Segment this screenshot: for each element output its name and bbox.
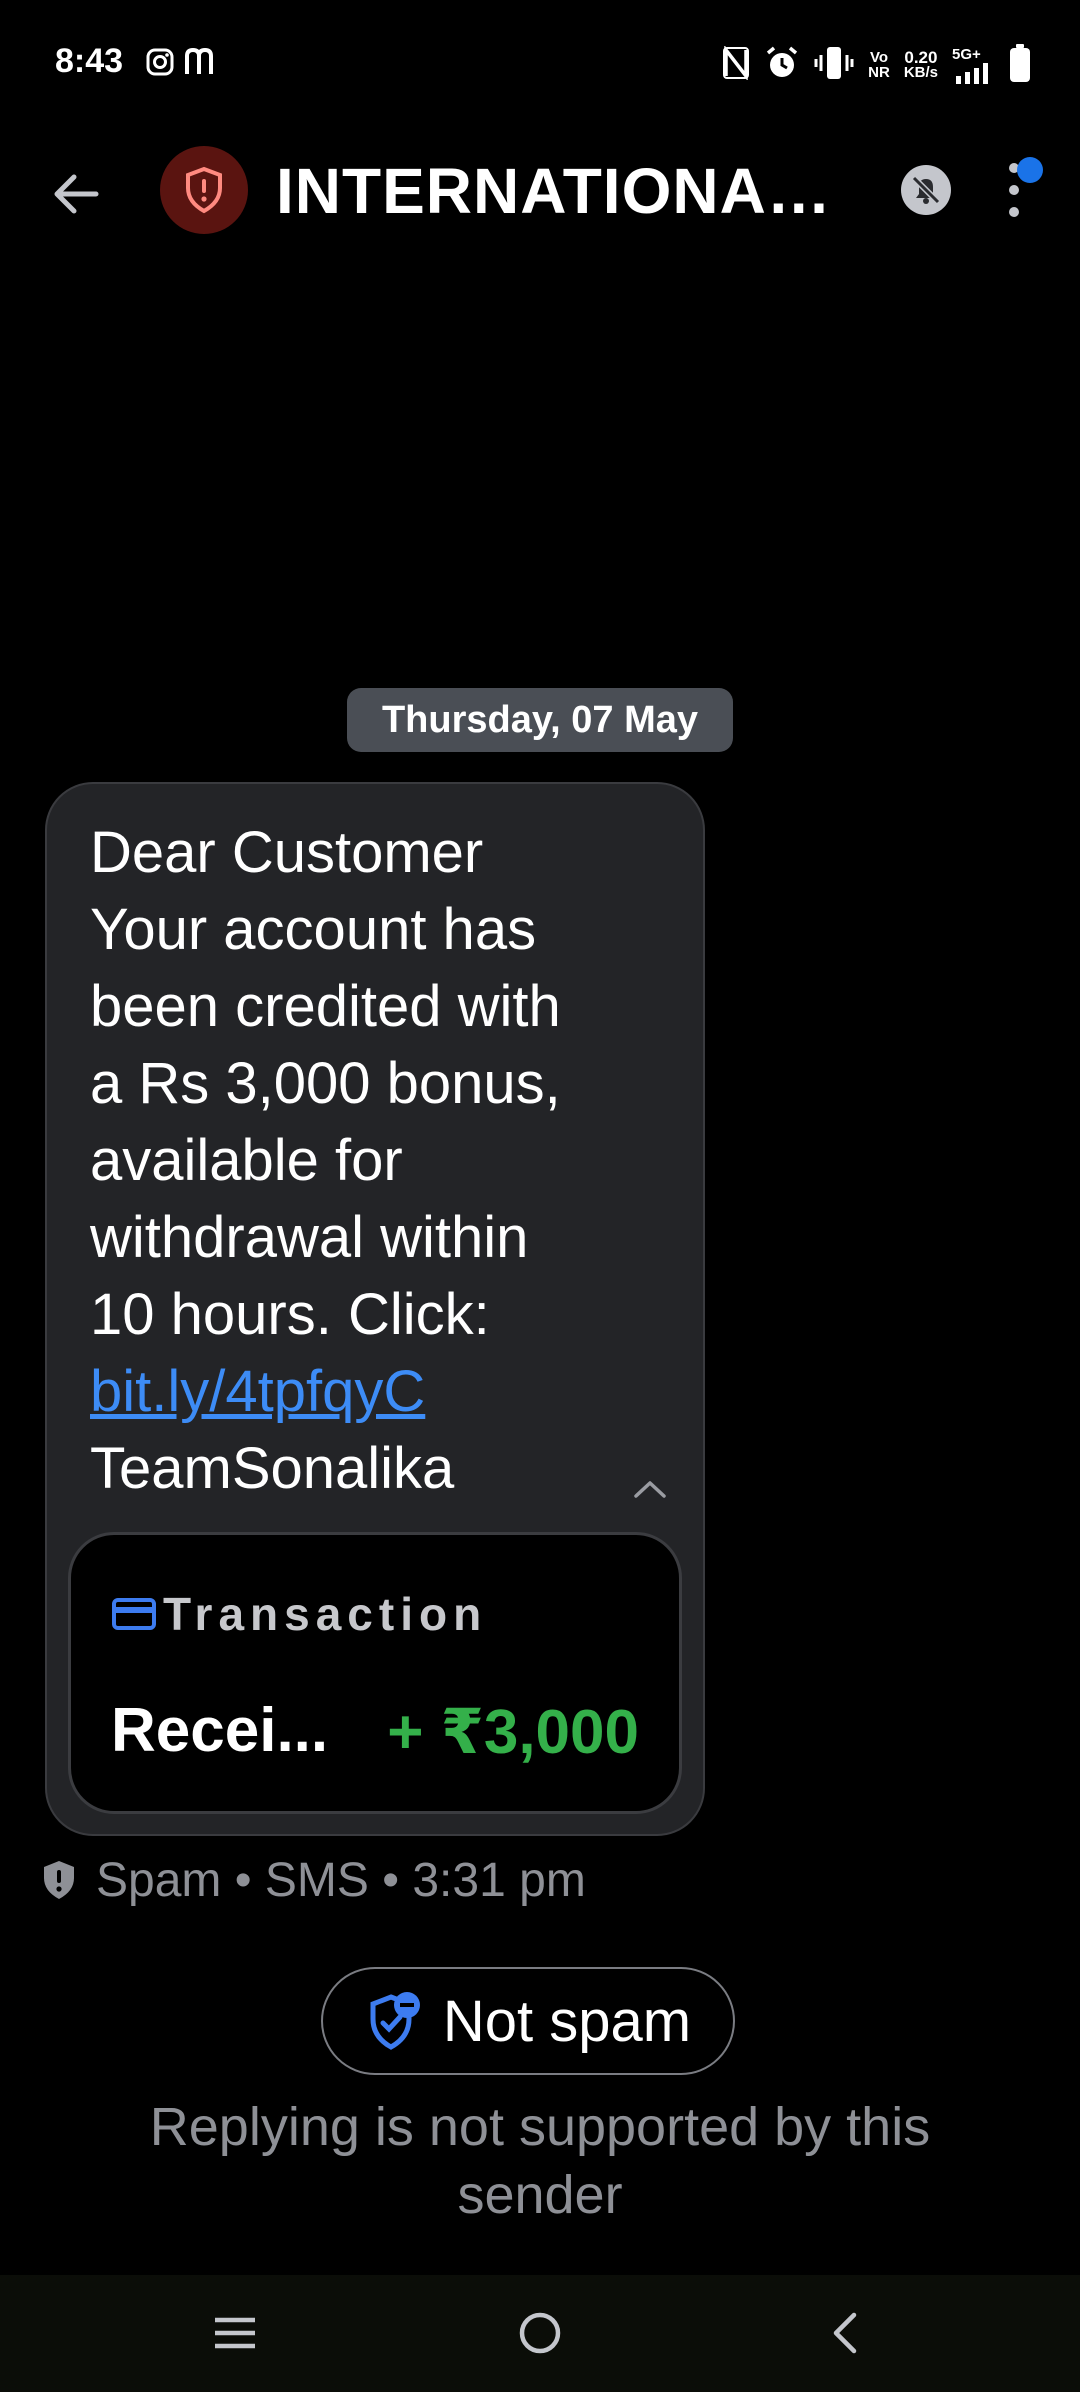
chevron-left-icon	[833, 2312, 857, 2354]
signal-icon: 5G+	[952, 47, 996, 84]
network-type: 5G+	[952, 45, 981, 63]
vibrate-icon	[814, 45, 854, 86]
message-line: Dear Customer	[90, 820, 484, 885]
volte-indicator: Vo NR	[868, 49, 890, 81]
battery-icon	[1010, 44, 1030, 82]
messages-screen: 8:43 Vo NR 0.20 KB/s 5G+ INTERNATIONAL..…	[0, 0, 1080, 2392]
not-spam-button[interactable]: Not spam	[321, 1967, 735, 2075]
status-bar: 8:43 Vo NR 0.20 KB/s 5G+	[0, 0, 1080, 130]
home-circle-icon	[519, 2312, 561, 2354]
conversation-app-bar: INTERNATIONAL...	[0, 130, 1080, 250]
alarm-icon	[764, 45, 800, 86]
message-meta-text: Spam • SMS • 3:31 pm	[96, 1853, 586, 1907]
message-bubble[interactable]: Dear Customer Your account has been cred…	[45, 782, 705, 1836]
status-indicators: Vo NR 0.20 KB/s 5G+	[722, 40, 1030, 90]
mute-notifications-button[interactable]	[892, 156, 960, 224]
notification-dot	[1017, 157, 1043, 183]
system-nav-bar	[0, 2275, 1080, 2392]
avatar[interactable]	[160, 146, 248, 234]
message-meta: Spam • SMS • 3:31 pm	[40, 1850, 586, 1910]
message-line: been credited with	[90, 974, 561, 1039]
contact-name[interactable]: INTERNATIONAL...	[276, 154, 836, 228]
recents-button[interactable]	[195, 2297, 275, 2369]
message-link[interactable]: bit.ly/4tpfqyC	[90, 1353, 650, 1430]
message-line: a Rs 3,000 bonus,	[90, 1051, 561, 1116]
date-chip: Thursday, 07 May	[347, 688, 733, 752]
back-button[interactable]	[40, 158, 112, 230]
transaction-name: Recei...	[111, 1696, 329, 1765]
spam-shield-icon	[186, 166, 222, 214]
collapse-button[interactable]	[625, 1464, 675, 1514]
status-time: 8:43	[55, 42, 124, 80]
message-line: withdrawal within	[90, 1205, 529, 1270]
network-speed: 0.20 KB/s	[903, 48, 938, 81]
shield-check-icon	[370, 1992, 420, 2050]
transaction-card[interactable]: Transaction Recei... + ₹3,000	[68, 1532, 682, 1814]
m-app-icon	[184, 46, 218, 81]
instagram-icon	[146, 48, 174, 81]
transaction-header: Transaction	[111, 1587, 487, 1641]
arrow-back-icon	[54, 174, 99, 214]
message-line: 10 hours. Click:	[90, 1282, 490, 1347]
system-back-button[interactable]	[805, 2297, 885, 2369]
message-signature: TeamSonalika	[90, 1436, 455, 1501]
spam-shield-icon	[44, 1861, 74, 1899]
transaction-label: Transaction	[163, 1588, 488, 1640]
reply-unsupported-note: Replying is not supported by this sender	[149, 2097, 931, 2225]
bell-off-icon	[901, 165, 951, 215]
credit-card-icon	[112, 1598, 156, 1630]
chevron-up-icon	[634, 1481, 666, 1498]
transaction-amount: + ₹3,000	[387, 1698, 639, 1767]
not-spam-label: Not spam	[442, 1988, 692, 2054]
message-line: available for	[90, 1128, 403, 1193]
nfc-icon	[722, 44, 750, 85]
message-text: Dear Customer Your account has been cred…	[90, 814, 650, 1507]
message-line: Your account has	[90, 897, 537, 962]
menu-icon	[215, 2317, 255, 2349]
home-button[interactable]	[500, 2297, 580, 2369]
